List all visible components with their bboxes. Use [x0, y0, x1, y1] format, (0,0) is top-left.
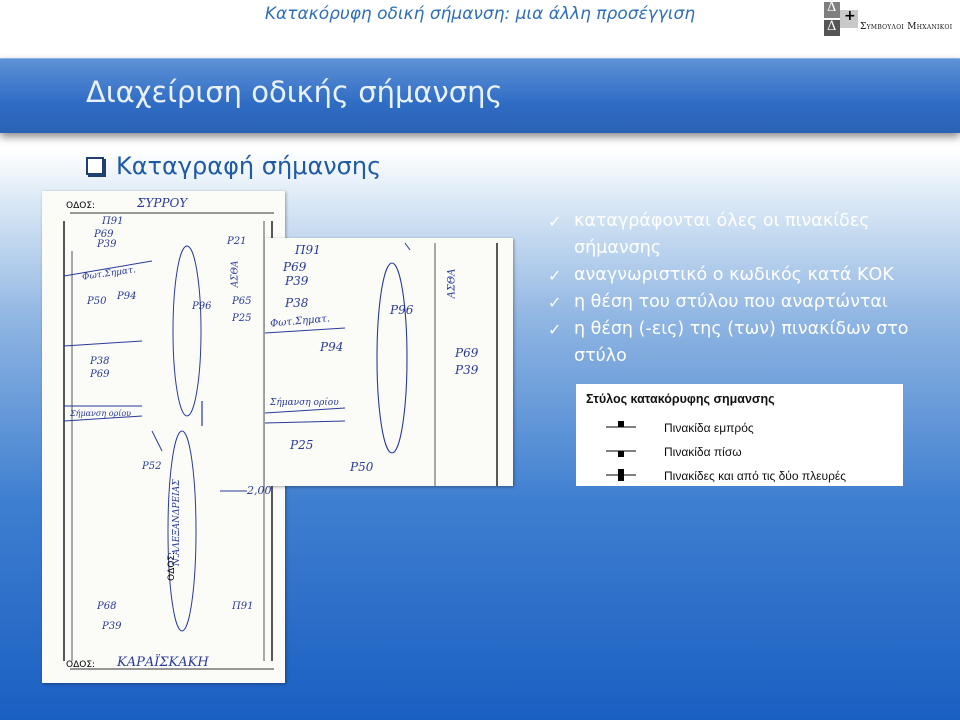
sign-code: Ρ21	[227, 236, 247, 247]
street-name-bottom: ΚΑΡΑΪΣΚΑΚΗ	[117, 655, 209, 670]
bullet-item: ✓ η θέση του στύλου που αναρτώνται	[548, 289, 948, 316]
sign-code: Ρ50	[350, 460, 374, 474]
check-icon: ✓	[548, 266, 562, 285]
bullet-item: ✓ καταγράφονται όλες οι πινακίδες σήμανσ…	[548, 208, 948, 262]
legend-row-back: Πινακίδα πίσω	[576, 442, 903, 462]
sign-code: Ρ25	[232, 313, 252, 324]
sign-code: Ρ52	[142, 461, 162, 472]
sign-code: Ρ50	[87, 296, 107, 307]
survey-sketch-detail: Π91 Ρ69 Ρ39 Ρ38 Ρ96 Ρ69 Ρ39 Ρ25 Ρ50 Ρ94 …	[265, 238, 513, 486]
legend-title: Στύλος κατακόρυφης σημανσης	[586, 392, 775, 406]
check-icon: ✓	[548, 293, 562, 312]
sign-code: Ρ39	[97, 239, 117, 250]
sign-code: Ρ25	[290, 438, 314, 452]
sketch-note: Σήμανση ορίου	[270, 398, 339, 408]
sketch-note: ΑΣΘΑ	[446, 268, 458, 299]
sign-code: Π91	[102, 216, 124, 227]
company-logo: Δ + Δ Συμβουλοι Μηχανικοι	[824, 0, 958, 38]
sketch-note: ΑΣΘΑ	[230, 260, 241, 288]
survey-sketch-main: ΟΔΟΣ: ΣΥΡΡΟΥ ΟΔΟΣ: ΚΑΡΑΪΣΚΑΚΗ ΟΔΟΣ: Ν.ΑΛ…	[42, 191, 285, 683]
bullet-item: ✓ αναγνωριστικό ο κωδικός κατά ΚΟΚ	[548, 262, 948, 289]
page-title: Διαχείριση οδικής σήμανσης	[86, 75, 503, 109]
legend-row-both: Πινακίδες και από τις δύο πλευρές	[576, 466, 903, 486]
sign-code: Ρ38	[285, 296, 309, 310]
section-title-text: Καταγραφή σήμανσης	[116, 152, 382, 180]
sign-code: Ρ96	[192, 301, 212, 312]
sign-code: Ρ65	[232, 296, 252, 307]
bullet-item: ✓ η θέση (-εις) της (των) πινακίδων στο …	[548, 316, 948, 370]
sign-code: Ρ39	[285, 274, 309, 288]
sign-back-icon	[606, 450, 636, 457]
street-label-top: ΟΔΟΣ:	[66, 201, 96, 211]
sign-front-icon	[606, 421, 636, 428]
sign-code: Ρ39	[102, 621, 122, 632]
street-label-bottom: ΟΔΟΣ:	[66, 660, 96, 670]
sign-both-icon	[606, 469, 636, 481]
legend-row-front: Πινακίδα εμπρός	[576, 418, 903, 438]
sign-code: Ρ69	[283, 260, 307, 274]
sign-code: Ρ68	[97, 601, 117, 612]
sign-code: Ρ69	[90, 369, 110, 380]
checkbox-bullet-icon	[86, 157, 104, 175]
sign-code: Ρ38	[90, 356, 110, 367]
sign-code: Ρ94	[320, 340, 344, 354]
street-name-top: ΣΥΡΡΟΥ	[137, 196, 188, 210]
bullet-list: ✓ καταγράφονται όλες οι πινακίδες σήμανσ…	[548, 208, 948, 370]
sign-code: Ρ94	[117, 291, 137, 302]
sign-code: Π91	[295, 243, 321, 257]
check-icon: ✓	[548, 212, 562, 231]
header-band: Διαχείριση οδικής σήμανσης	[0, 58, 960, 133]
slide-top-title: Κατακόρυφη οδική σήμανση: μια άλλη προσέ…	[264, 4, 696, 24]
section-title: Καταγραφή σήμανσης	[86, 152, 381, 180]
legend-box: Στύλος κατακόρυφης σημανσης Πινακίδα εμπ…	[576, 384, 903, 486]
sign-code: Π91	[232, 601, 254, 612]
check-icon: ✓	[548, 320, 562, 339]
sketch-note: Σήμανση ορίου	[70, 409, 132, 418]
street-name-side: Ν.ΑΛΕΞΑΝΔΡΕΙΑΣ	[172, 479, 182, 566]
sign-code: Ρ96	[390, 303, 414, 317]
sign-code: Ρ39	[455, 363, 479, 377]
sign-code: Ρ69	[455, 346, 479, 360]
